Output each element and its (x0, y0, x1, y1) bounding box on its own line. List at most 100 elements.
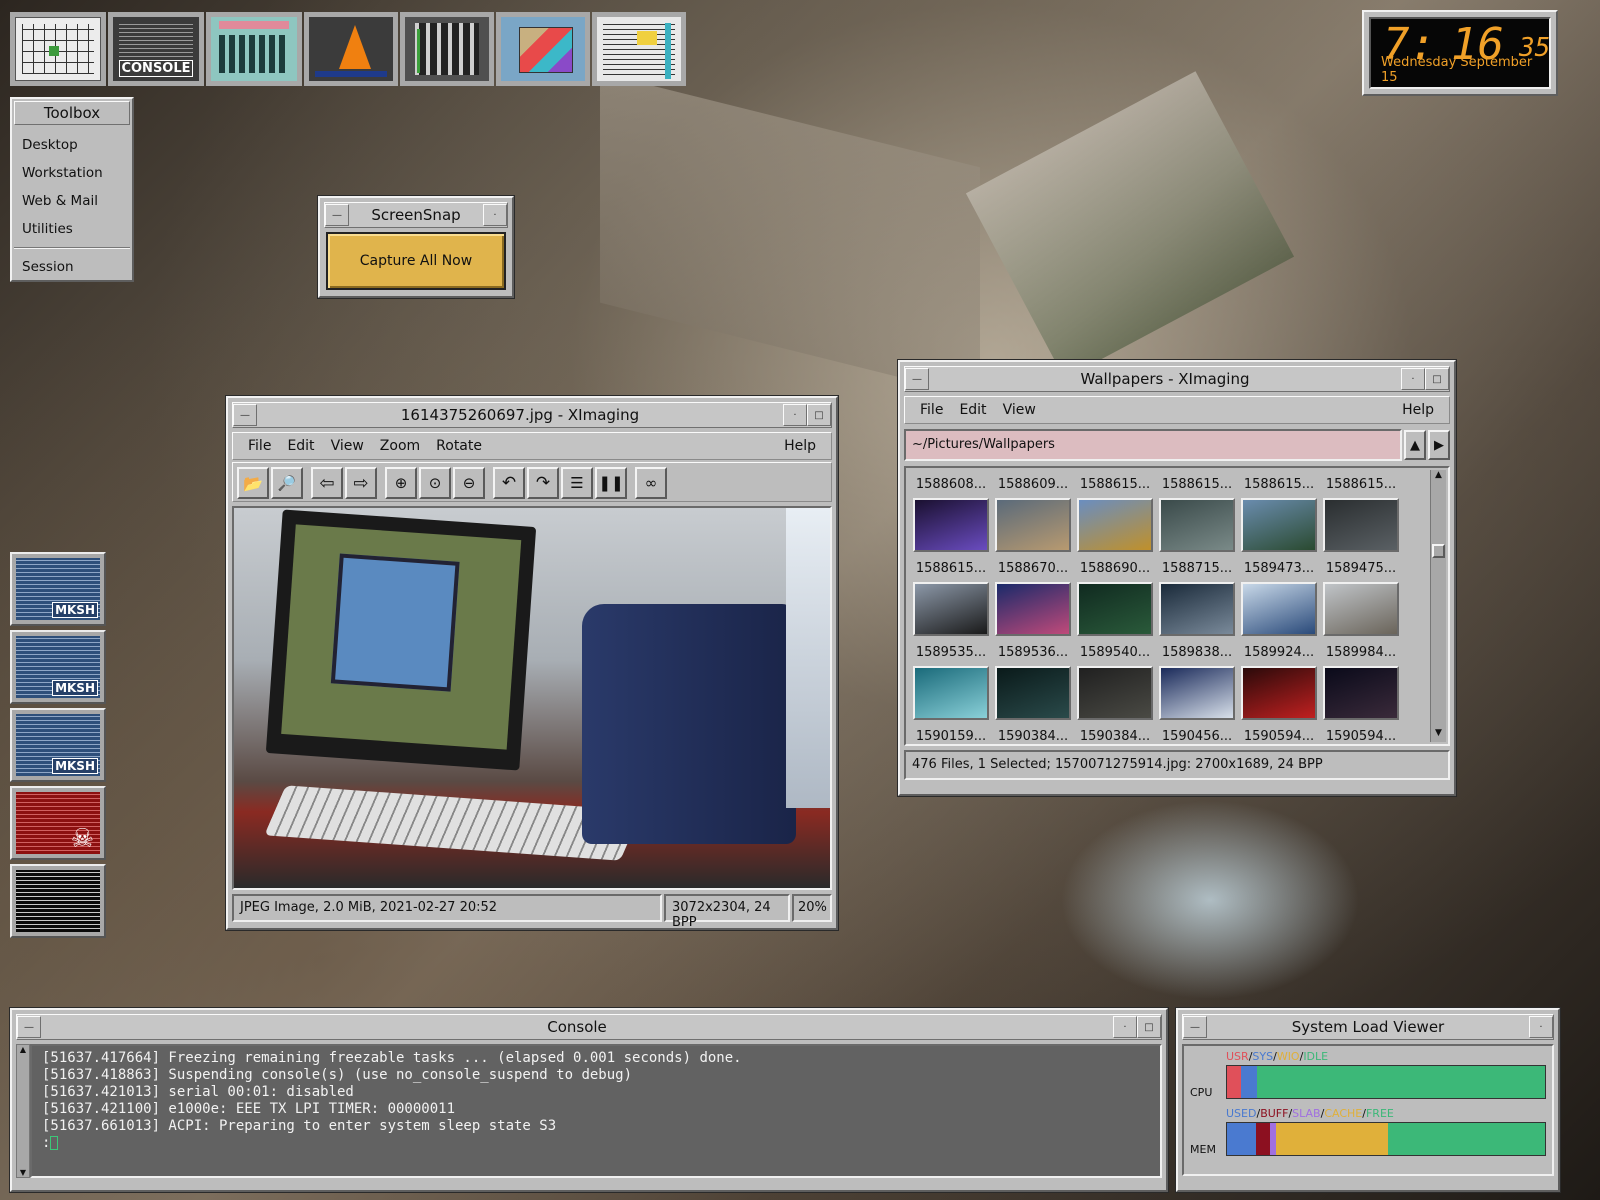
menu-rotate[interactable]: Rotate (429, 436, 489, 456)
thumbnail-image[interactable] (1241, 666, 1317, 720)
scroll-down-icon[interactable]: ▼ (17, 1168, 29, 1177)
thumbnail-image[interactable] (1241, 498, 1317, 552)
dock-tile-mksh-1[interactable]: MKSH (10, 552, 106, 626)
console-output[interactable]: [51637.417664] Freezing remaining freeza… (30, 1044, 1162, 1178)
thumbnail-image[interactable] (1323, 498, 1399, 552)
launcher-calendar[interactable] (10, 12, 106, 86)
window-menu-button[interactable]: — (1183, 1016, 1207, 1038)
thumbnail-image[interactable] (1241, 582, 1317, 636)
thumbnail-label[interactable]: 1589540... (1074, 645, 1156, 660)
thumbnail-image[interactable] (1323, 582, 1399, 636)
scrollbar-thumb[interactable] (1432, 544, 1445, 558)
image-canvas[interactable] (232, 506, 832, 890)
thumbnail-image[interactable] (995, 498, 1071, 552)
previous-icon[interactable]: ⇦ (311, 467, 343, 499)
toolbox-item-web-mail[interactable]: Web & Mail (12, 187, 132, 215)
thumbnail-image[interactable] (1159, 666, 1235, 720)
next-icon[interactable]: ⇨ (345, 467, 377, 499)
browse-icon[interactable]: 🔎 (271, 467, 303, 499)
launcher-filemanager[interactable] (592, 12, 686, 86)
toolbox-title[interactable]: Toolbox (14, 101, 130, 125)
scroll-up-icon[interactable]: ▲ (17, 1045, 29, 1054)
thumbnail-image[interactable] (913, 582, 989, 636)
thumbnail-image[interactable] (1077, 498, 1153, 552)
thumbnail-image[interactable] (995, 666, 1071, 720)
thumbnail-label[interactable]: 1589924... (1238, 645, 1320, 660)
thumbnail-image[interactable] (1077, 582, 1153, 636)
minimize-button[interactable]: · (783, 404, 807, 426)
thumbnail-image[interactable] (913, 498, 989, 552)
thumbnail-label[interactable]: 1588715... (1156, 561, 1238, 576)
thumbnail-image[interactable] (1323, 666, 1399, 720)
toolbox-item-utilities[interactable]: Utilities (12, 215, 132, 243)
menu-help[interactable]: Help (1395, 400, 1441, 420)
rotate-left-icon[interactable]: ↶ (493, 467, 525, 499)
maximize-button[interactable]: □ (807, 404, 831, 426)
launcher-packages[interactable] (496, 12, 590, 86)
thumbnail-label[interactable]: 1588615... (1156, 477, 1238, 492)
thumbnail-label[interactable]: 1588615... (1074, 477, 1156, 492)
thumbnail-label[interactable]: 1589536... (992, 645, 1074, 660)
menu-zoom[interactable]: Zoom (373, 436, 427, 456)
thumbnail-image[interactable] (1159, 498, 1235, 552)
flip-vertical-icon[interactable]: ☰ (561, 467, 593, 499)
thumbnail-label[interactable]: 1588615... (1320, 477, 1402, 492)
window-menu-button[interactable]: — (17, 1016, 41, 1038)
menu-file[interactable]: File (241, 436, 278, 456)
thumbnail-label[interactable]: 1590384... (1074, 729, 1156, 744)
menu-edit[interactable]: Edit (952, 400, 993, 420)
thumbnail-label[interactable]: 1590456... (1156, 729, 1238, 744)
window-menu-button[interactable]: — (325, 204, 349, 226)
dock-tile-top[interactable] (10, 864, 106, 938)
grid-scrollbar[interactable]: ▲ ▼ (1430, 470, 1446, 742)
launcher-vlc[interactable] (304, 12, 398, 86)
dock-tile-mksh-2[interactable]: MKSH (10, 630, 106, 704)
parent-directory-button[interactable]: ▲ (1404, 430, 1426, 460)
thumbnail-image[interactable] (1077, 666, 1153, 720)
maximize-button[interactable]: □ (1137, 1016, 1161, 1038)
minimize-button[interactable]: · (483, 204, 507, 226)
path-input[interactable]: ~/Pictures/Wallpapers (904, 429, 1402, 461)
capture-all-now-button[interactable]: Capture All Now (326, 232, 506, 290)
toolbox-item-workstation[interactable]: Workstation (12, 159, 132, 187)
zoom-in-icon[interactable]: ⊕ (385, 467, 417, 499)
zoom-out-icon[interactable]: ⊖ (453, 467, 485, 499)
thumbnail-label[interactable]: 1590594... (1238, 729, 1320, 744)
thumbnail-label[interactable]: 1588690... (1074, 561, 1156, 576)
dock-tile-root-shell[interactable]: ☠ (10, 786, 106, 860)
launcher-mixer[interactable] (400, 12, 494, 86)
minimize-button[interactable]: · (1113, 1016, 1137, 1038)
thumbnail-label[interactable]: 1588608... (910, 477, 992, 492)
scroll-up-icon[interactable]: ▲ (1431, 470, 1446, 484)
thumbnail-label[interactable]: 1588615... (910, 561, 992, 576)
console-scrollbar[interactable]: ▲ ▼ (16, 1044, 30, 1178)
thumbnail-label[interactable]: 1588615... (1238, 477, 1320, 492)
minimize-button[interactable]: · (1401, 368, 1425, 390)
thumbnail-image[interactable] (995, 582, 1071, 636)
zoom-fit-icon[interactable]: ⊙ (419, 467, 451, 499)
menu-edit[interactable]: Edit (280, 436, 321, 456)
thumbnail-label[interactable]: 1590594... (1320, 729, 1402, 744)
dock-tile-mksh-3[interactable]: MKSH (10, 708, 106, 782)
thumbnail-label[interactable]: 1589838... (1156, 645, 1238, 660)
toolbox-item-desktop[interactable]: Desktop (12, 131, 132, 159)
thumbnail-image[interactable] (1159, 582, 1235, 636)
thumbnail-label[interactable]: 1589473... (1238, 561, 1320, 576)
window-menu-button[interactable]: — (905, 368, 929, 390)
thumbnail-label[interactable]: 1590159... (910, 729, 992, 744)
thumbnail-label[interactable]: 1588609... (992, 477, 1074, 492)
minimize-button[interactable]: · (1529, 1016, 1553, 1038)
menu-file[interactable]: File (913, 400, 950, 420)
menu-view[interactable]: View (996, 400, 1043, 420)
rotate-right-icon[interactable]: ↷ (527, 467, 559, 499)
flip-horizontal-icon[interactable]: ❚❚ (595, 467, 627, 499)
thumbnail-label[interactable]: 1589984... (1320, 645, 1402, 660)
menu-view[interactable]: View (324, 436, 371, 456)
thumbnail-label[interactable]: 1589535... (910, 645, 992, 660)
maximize-button[interactable]: □ (1425, 368, 1449, 390)
open-icon[interactable]: 📂 (237, 467, 269, 499)
toolbox-item-session[interactable]: Session (12, 253, 132, 281)
launcher-console[interactable]: CONSOLE (108, 12, 204, 86)
thumbnail-label[interactable]: 1588670... (992, 561, 1074, 576)
thumbnail-label[interactable]: 1590384... (992, 729, 1074, 744)
